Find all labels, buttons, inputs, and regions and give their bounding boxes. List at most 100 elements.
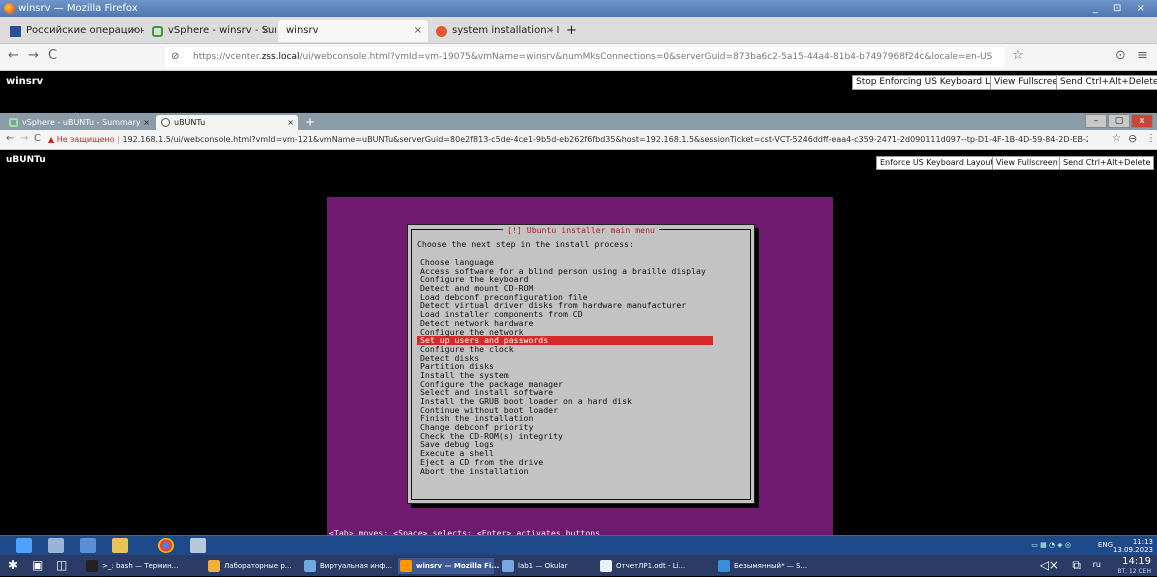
send-ctrl-alt-delete-button[interactable]: Send Ctrl+Alt+Delete bbox=[1059, 156, 1155, 170]
outer-url-bar[interactable]: ⊘ https://vcenter.zss.local/ui/webconsol… bbox=[165, 47, 1005, 67]
maximize-button[interactable]: ▢ bbox=[1108, 114, 1130, 128]
installer-menu-item[interactable]: Abort the installation bbox=[417, 466, 713, 476]
taskbar-item[interactable]: lab1 — Okular bbox=[500, 558, 590, 574]
forward-arrow-icon[interactable]: → bbox=[28, 48, 39, 63]
outer-tab-russian-os[interactable]: Российские операционн × bbox=[4, 20, 144, 42]
close-tab-icon[interactable]: × bbox=[287, 115, 294, 130]
reload-icon[interactable]: C bbox=[34, 133, 41, 144]
taskbar-item[interactable]: >_: bash — Термин... bbox=[84, 558, 199, 574]
forward-arrow-icon[interactable]: → bbox=[20, 133, 28, 144]
app-icon bbox=[400, 560, 412, 572]
new-tab-button[interactable]: + bbox=[302, 115, 318, 130]
server-manager-icon[interactable] bbox=[48, 538, 64, 553]
new-tab-button[interactable]: + bbox=[562, 20, 582, 42]
globe-icon bbox=[161, 118, 170, 127]
vsphere-icon bbox=[152, 26, 163, 37]
taskbar-item-label: lab1 — Okular bbox=[518, 562, 568, 570]
bookmark-star-icon[interactable]: ☆ bbox=[1012, 48, 1024, 63]
enforce-keyboard-button[interactable]: Enforce US Keyboard Layout bbox=[876, 156, 998, 170]
taskbar-item[interactable]: winsrv — Mozilla Fi... bbox=[398, 558, 499, 574]
pocket-icon[interactable]: ⊙ bbox=[1115, 48, 1126, 63]
network-settings-icon[interactable] bbox=[190, 538, 206, 553]
outer-tab-bar: Российские операционн × vSphere - winsrv… bbox=[0, 17, 1157, 44]
taskbar-item[interactable]: ОтчетЛР1.odt - Li... bbox=[598, 558, 708, 574]
vsphere-icon bbox=[9, 118, 18, 127]
vm-host-taskbar: ▭ ▦ ◔ ◈ ◎ ENG 11:13 13.09.2023 bbox=[0, 535, 1157, 555]
taskbar-item-label: ОтчетЛР1.odt - Li... bbox=[616, 562, 686, 570]
outer-nav-bar: ← → C ⊘ https://vcenter.zss.local/ui/web… bbox=[0, 44, 1157, 71]
vm-console-screen[interactable]: [!] Ubuntu installer main menu Choose th… bbox=[0, 175, 1157, 538]
app-icon bbox=[600, 560, 612, 572]
vm-clock: 11:13 13.09.2023 bbox=[1112, 538, 1153, 554]
taskbar-item-label: Лабораторные р... bbox=[224, 562, 292, 570]
outer-window-title: winsrv — Mozilla Firefox bbox=[18, 3, 138, 14]
back-arrow-icon[interactable]: ← bbox=[8, 48, 19, 63]
close-tab-icon[interactable]: × bbox=[414, 20, 422, 42]
send-ctrl-alt-delete-button[interactable]: Send Ctrl+Alt+Delete bbox=[1056, 75, 1157, 90]
inner-window-controls: – ▢ x bbox=[1085, 114, 1153, 128]
app-icon bbox=[86, 560, 98, 572]
network-icon[interactable]: ⧉ bbox=[1072, 558, 1081, 573]
outer-tab-system-installation[interactable]: system installation - Install × bbox=[430, 20, 560, 42]
dialog-prompt: Choose the next step in the install proc… bbox=[417, 239, 634, 249]
minimize-button[interactable]: – bbox=[1085, 114, 1107, 128]
bookmark-star-icon[interactable]: ☆ bbox=[1112, 133, 1121, 144]
close-window-button[interactable]: x bbox=[1131, 114, 1153, 128]
file-explorer-icon[interactable] bbox=[112, 538, 128, 553]
chrome-icon[interactable] bbox=[158, 538, 174, 553]
host-taskbar: ✱ ▣ ◫ >_: bash — Термин... Лабораторные р… bbox=[0, 555, 1157, 576]
close-tab-icon[interactable]: × bbox=[130, 20, 138, 42]
outer-tab-winsrv[interactable]: winsrv × bbox=[278, 20, 428, 42]
close-tab-icon[interactable]: × bbox=[143, 115, 150, 130]
app-icon bbox=[208, 560, 220, 572]
outer-window-titlebar: winsrv — Mozilla Firefox _ ⊡ × bbox=[0, 0, 1157, 17]
installer-main-menu-dialog: [!] Ubuntu installer main menu Choose th… bbox=[407, 224, 755, 504]
app-launcher-icon[interactable]: ✱ bbox=[8, 558, 18, 572]
volume-icon[interactable]: ◁× bbox=[1040, 558, 1059, 572]
installer-background: [!] Ubuntu installer main menu Choose th… bbox=[327, 197, 833, 538]
hamburger-menu-icon[interactable]: ≡ bbox=[1137, 48, 1148, 63]
inner-tab-bar: vSphere - uBUNTu - Summary × uBUNTu × + … bbox=[0, 113, 1157, 130]
keyboard-layout[interactable]: ru bbox=[1093, 560, 1101, 569]
inner-url-bar[interactable]: ▲ Не защищено | 192.168.1.5/ui/webconsol… bbox=[48, 133, 1088, 147]
vm-name: winsrv bbox=[6, 76, 44, 87]
pager-icon[interactable]: ▣ bbox=[32, 558, 43, 572]
not-secure-warning: ▲ Не защищено bbox=[48, 135, 115, 144]
dialog-title: [!] Ubuntu installer main menu bbox=[503, 225, 659, 235]
inner-vc-console-bar: uBUNTu Enforce US Keyboard Layout View F… bbox=[0, 150, 1157, 175]
shield-lock-icon: ⊘ bbox=[171, 51, 180, 62]
site-favicon-icon bbox=[10, 26, 21, 37]
inner-nav-bar: ← → C ▲ Не защищено | 192.168.1.5/ui/web… bbox=[0, 130, 1157, 150]
host-clock[interactable]: 14:19 ВТ, 12 СЕН bbox=[1117, 557, 1151, 577]
taskbar-item-label: winsrv — Mozilla Fi... bbox=[416, 562, 500, 570]
back-arrow-icon[interactable]: ← bbox=[6, 133, 14, 144]
outer-tab-vsphere-winsrv[interactable]: vSphere - winsrv - Summar × bbox=[146, 20, 276, 42]
input-language[interactable]: ENG bbox=[1098, 541, 1113, 549]
powershell-icon[interactable] bbox=[80, 538, 96, 553]
close-tab-icon[interactable]: × bbox=[262, 20, 270, 42]
taskbar-item-label: Безымянный* — S... bbox=[734, 562, 808, 570]
taskbar-item[interactable]: Виртуальная инф... bbox=[302, 558, 392, 574]
close-tab-icon[interactable]: × bbox=[546, 20, 554, 42]
taskbar-item[interactable]: Лабораторные р... bbox=[206, 558, 296, 574]
vm-name: uBUNTu bbox=[6, 155, 46, 165]
app-icon bbox=[304, 560, 316, 572]
taskbar-item-label: Виртуальная инф... bbox=[320, 562, 392, 570]
taskbar-item[interactable]: Безымянный* — S... bbox=[716, 558, 816, 574]
view-fullscreen-button[interactable]: View Fullscreen bbox=[992, 156, 1062, 170]
files-icon[interactable]: ◫ bbox=[56, 558, 67, 572]
app-icon bbox=[718, 560, 730, 572]
outer-window-controls[interactable]: _ ⊡ × bbox=[1093, 0, 1151, 17]
ubuntu-favicon-icon bbox=[436, 26, 447, 37]
firefox-logo-icon bbox=[4, 3, 15, 14]
account-icon[interactable]: ⊖ bbox=[1128, 132, 1137, 145]
system-tray-icons[interactable]: ▭ ▦ ◔ ◈ ◎ bbox=[1031, 541, 1071, 549]
reload-icon[interactable]: C bbox=[48, 48, 57, 63]
vc-console-bar: winsrv Stop Enforcing US Keyboard Layout… bbox=[0, 71, 1157, 113]
windows-start-icon[interactable] bbox=[16, 538, 32, 553]
more-menu-icon[interactable]: ⋮ bbox=[1146, 133, 1156, 144]
inner-tab-ubuntu[interactable]: uBUNTu × bbox=[156, 115, 298, 130]
installer-menu: Choose language Access software for a bli… bbox=[417, 258, 713, 475]
app-icon bbox=[502, 560, 514, 572]
inner-tab-vsphere-ubuntu[interactable]: vSphere - uBUNTu - Summary × bbox=[4, 115, 154, 130]
